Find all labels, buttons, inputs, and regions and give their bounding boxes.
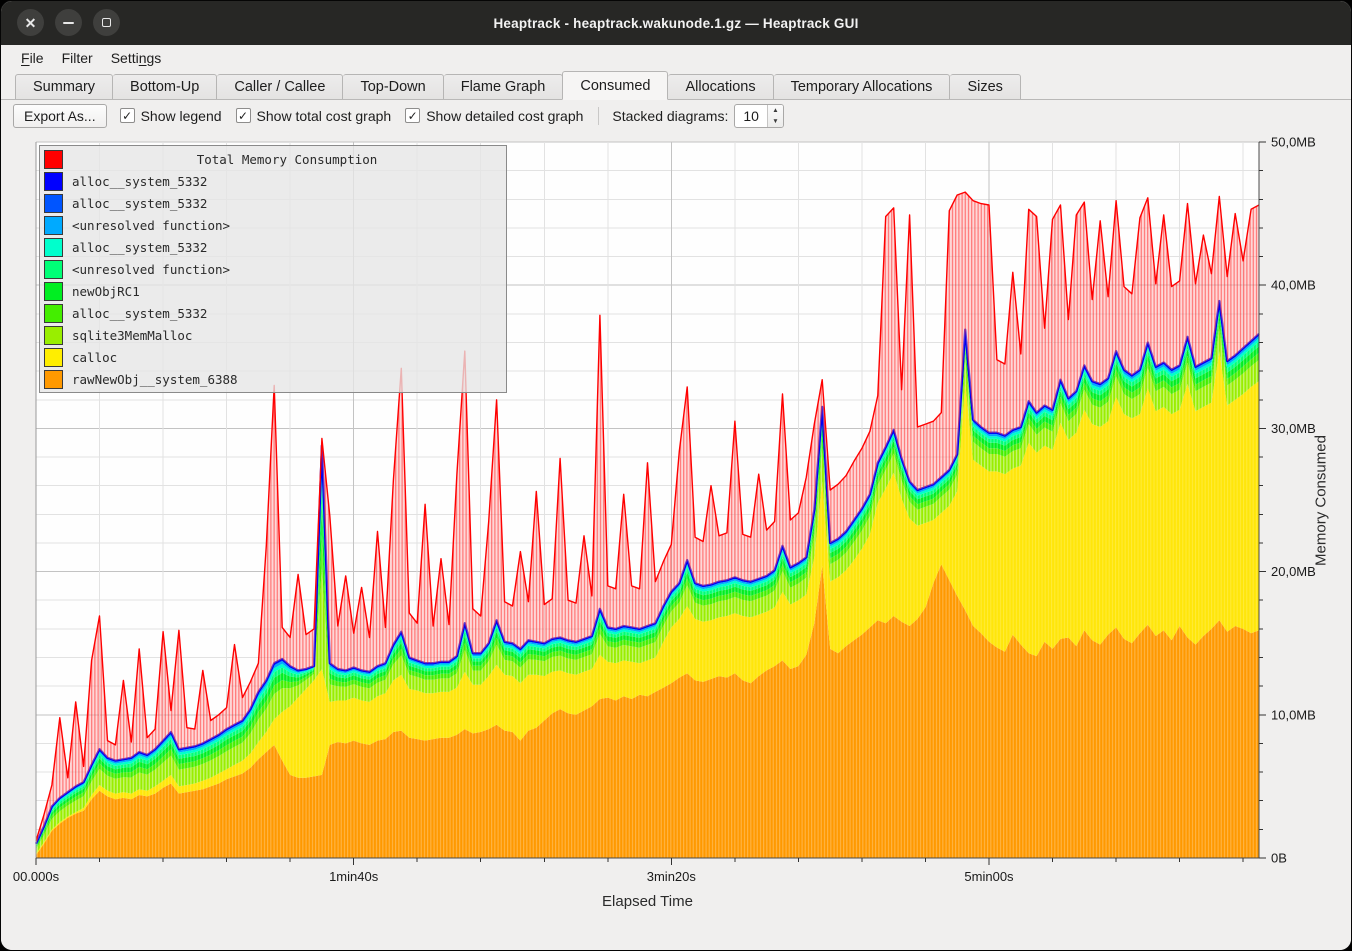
menu-filter[interactable]: Filter <box>53 48 102 68</box>
tabbar: SummaryBottom-UpCaller / CalleeTop-DownF… <box>1 70 1351 100</box>
legend-swatch <box>44 370 63 389</box>
tab-consumed[interactable]: Consumed <box>562 71 668 100</box>
chart-legend: Total Memory Consumption alloc__system_53… <box>39 145 507 393</box>
checkbox-show-legend[interactable]: ✓ Show legend <box>120 108 222 124</box>
stacked-diagrams-label: Stacked diagrams: <box>612 108 728 124</box>
checkbox-show-total-cost-graph[interactable]: ✓ Show total cost graph <box>236 108 392 124</box>
checkmark-icon: ✓ <box>120 108 135 123</box>
spin-buttons: ▲ ▼ <box>767 105 783 127</box>
window-controls: ✕ <box>17 9 120 36</box>
checkbox-show-detailed-cost-graph[interactable]: ✓ Show detailed cost graph <box>405 108 583 124</box>
close-icon: ✕ <box>25 16 37 30</box>
tab-temporary-allocations[interactable]: Temporary Allocations <box>774 74 951 100</box>
y-tick-label: 50,0MB <box>1271 135 1316 150</box>
checkmark-icon: ✓ <box>236 108 251 123</box>
x-tick-label: 1min40s <box>329 869 379 884</box>
tab-top-down[interactable]: Top-Down <box>343 74 443 100</box>
legend-item: calloc <box>44 346 502 368</box>
legend-item: <unresolved function> <box>44 258 502 280</box>
checkbox-label: Show total cost graph <box>257 108 392 124</box>
toolbar-separator <box>598 107 599 125</box>
menu-settings[interactable]: Settings <box>102 48 171 68</box>
stacked-diagrams-spinbox[interactable]: 10 ▲ ▼ <box>734 104 784 128</box>
legend-label: newObjRC1 <box>72 284 140 299</box>
legend-item: alloc__system_5332 <box>44 192 502 214</box>
maximize-button[interactable] <box>93 9 120 36</box>
checkbox-label: Show detailed cost graph <box>426 108 583 124</box>
legend-swatch <box>44 238 63 257</box>
y-tick-label: 30,0MB <box>1271 421 1316 436</box>
x-axis-title: Elapsed Time <box>36 893 1259 910</box>
legend-label: <unresolved function> <box>72 218 230 233</box>
legend-swatch <box>44 326 63 345</box>
legend-swatch <box>44 194 63 213</box>
legend-item: <unresolved function> <box>44 214 502 236</box>
tab-caller-callee[interactable]: Caller / Callee <box>217 74 343 100</box>
legend-label: calloc <box>72 350 117 365</box>
legend-title: Total Memory Consumption <box>72 152 502 167</box>
x-tick-label: 3min20s <box>647 869 697 884</box>
stacked-diagrams-value: 10 <box>735 105 767 127</box>
legend-item: alloc__system_5332 <box>44 170 502 192</box>
tab-summary[interactable]: Summary <box>15 74 113 100</box>
legend-swatch <box>44 216 63 235</box>
legend-swatch <box>44 282 63 301</box>
y-tick-label: 0B <box>1271 851 1287 866</box>
x-tick-label: 5min00s <box>964 869 1014 884</box>
tab-flame-graph[interactable]: Flame Graph <box>444 74 564 100</box>
y-axis-title: Memory Consumed <box>1313 426 1330 576</box>
checkbox-label: Show legend <box>141 108 222 124</box>
legend-label: alloc__system_5332 <box>72 240 207 255</box>
legend-label: <unresolved function> <box>72 262 230 277</box>
legend-swatch <box>44 260 63 279</box>
checkmark-icon: ✓ <box>405 108 420 123</box>
legend-item: alloc__system_5332 <box>44 236 502 258</box>
minimize-button[interactable] <box>55 9 82 36</box>
export-as-button[interactable]: Export As... <box>13 104 107 128</box>
menubar: FileFilterSettings <box>1 45 1351 70</box>
tab-sizes[interactable]: Sizes <box>950 74 1020 100</box>
toolbar: Export As... ✓ Show legend ✓ Show total cos… <box>1 100 1351 131</box>
legend-item: newObjRC1 <box>44 280 502 302</box>
legend-label: alloc__system_5332 <box>72 196 207 211</box>
y-tick-label: 10,0MB <box>1271 707 1316 722</box>
legend-item: sqlite3MemMalloc <box>44 324 502 346</box>
legend-swatch <box>44 348 63 367</box>
legend-label: alloc__system_5332 <box>72 306 207 321</box>
legend-item: rawNewObj__system_6388 <box>44 368 502 390</box>
y-tick-label: 20,0MB <box>1271 564 1316 579</box>
x-tick-label: 00.000s <box>13 869 60 884</box>
legend-swatch <box>44 304 63 323</box>
app-window: ✕ Heaptrack - heaptrack.wakunode.1.gz — … <box>0 0 1352 951</box>
legend-swatch <box>44 172 63 191</box>
maximize-icon <box>102 18 111 27</box>
spin-down-icon[interactable]: ▼ <box>768 116 783 127</box>
close-button[interactable]: ✕ <box>17 9 44 36</box>
y-tick-label: 40,0MB <box>1271 278 1316 293</box>
window-title: Heaptrack - heaptrack.wakunode.1.gz — He… <box>493 16 858 31</box>
legend-label: alloc__system_5332 <box>72 174 207 189</box>
legend-title-row: Total Memory Consumption <box>44 148 502 170</box>
tab-bottom-up[interactable]: Bottom-Up <box>113 74 217 100</box>
consumed-chart: 00.000s 1min40s 3min20s 5min00s 0B 10,0MB 20,0… <box>1 131 1352 951</box>
legend-label: sqlite3MemMalloc <box>72 328 192 343</box>
legend-item: alloc__system_5332 <box>44 302 502 324</box>
titlebar: ✕ Heaptrack - heaptrack.wakunode.1.gz — … <box>1 1 1351 45</box>
legend-swatch-total <box>44 150 63 169</box>
legend-label: rawNewObj__system_6388 <box>72 372 238 387</box>
spin-up-icon[interactable]: ▲ <box>768 105 783 116</box>
minimize-icon <box>63 22 74 24</box>
tab-allocations[interactable]: Allocations <box>668 74 773 100</box>
menu-file[interactable]: File <box>12 48 53 68</box>
